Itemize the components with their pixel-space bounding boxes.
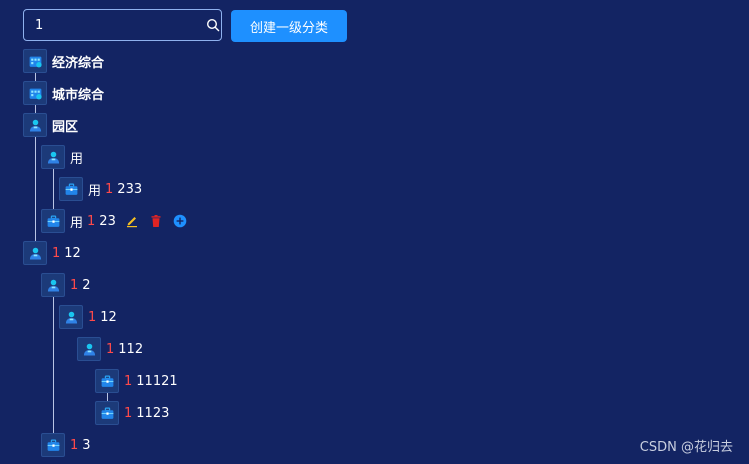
tree-node-label: 城市综合 (52, 84, 104, 103)
tree-node-label: 1 12 (88, 310, 117, 325)
tree-node-label: 用 (70, 148, 83, 167)
tree-node[interactable]: 园区 (23, 113, 78, 137)
search-match-highlight: 1 (70, 277, 79, 293)
tree-node-text: 12 (64, 245, 81, 261)
tree-node[interactable]: 经济综合 (23, 49, 104, 73)
tree-node-text: 112 (118, 341, 144, 357)
delete-icon[interactable] (149, 214, 163, 228)
person-icon (41, 145, 65, 169)
tree-node[interactable]: 1 112 (77, 337, 143, 361)
briefcase-icon (95, 401, 119, 425)
watermark: CSDN @花归去 (639, 440, 733, 455)
person-icon (77, 337, 101, 361)
search-match-highlight: 1 (105, 181, 114, 197)
tree-node-text: 1123 (136, 405, 170, 421)
person-icon (23, 113, 47, 137)
tree-node-label: 用 1 23 (70, 212, 116, 231)
tree-node-label-prefix: 用 (70, 215, 84, 231)
tree-node-label: 1 11121 (124, 374, 178, 389)
tree-node[interactable]: 13 (41, 433, 91, 457)
tree-node-text: 城市综合 (52, 87, 105, 103)
tree-node-label: 用 1 233 (88, 180, 142, 199)
tree-node[interactable]: 1 12 (23, 241, 81, 265)
tree-node-label: 园区 (52, 116, 78, 135)
search-match-highlight: 1 (124, 373, 133, 389)
tree-node-label: 13 (70, 438, 91, 453)
briefcase-icon (41, 209, 65, 233)
tree-node-text: 园区 (52, 119, 79, 135)
tree-node-label: 1 1123 (124, 406, 169, 421)
person-icon (23, 241, 47, 265)
tree-node[interactable]: 1 11121 (95, 369, 178, 393)
tree-node-label-prefix: 用 (88, 183, 102, 199)
edit-icon[interactable] (125, 214, 139, 228)
search-match-highlight: 1 (87, 213, 96, 229)
search-box[interactable] (23, 9, 222, 41)
tree-node-text: 用 (70, 151, 84, 167)
search-match-highlight: 1 (88, 309, 97, 325)
tree-node[interactable]: 城市综合 (23, 81, 104, 105)
tree-guide-line (35, 136, 36, 242)
tree-node-label: 12 (70, 278, 91, 293)
search-match-highlight: 1 (70, 437, 79, 453)
tree-node-label: 1 112 (106, 342, 143, 357)
tree-node[interactable]: 12 (41, 273, 91, 297)
tree-node-text: 11121 (136, 373, 178, 389)
tree-guide-line (53, 168, 54, 210)
tree-node-text: 3 (82, 437, 91, 453)
tree-node[interactable]: 用 1 23 (41, 209, 187, 233)
tree-node[interactable]: 用 1 233 (59, 177, 142, 201)
tree-node-label: 经济综合 (52, 52, 104, 71)
briefcase-icon (59, 177, 83, 201)
search-match-highlight: 1 (52, 245, 61, 261)
department-icon (23, 49, 47, 73)
tree-node[interactable]: 1 1123 (95, 401, 169, 425)
search-icon[interactable] (205, 10, 221, 40)
tree-node[interactable]: 1 12 (59, 305, 117, 329)
tree-node-text: 23 (99, 213, 116, 229)
person-icon (59, 305, 83, 329)
tree-node-text: 2 (82, 277, 91, 293)
tree-node-text: 经济综合 (52, 55, 105, 71)
department-icon (23, 81, 47, 105)
tree-node[interactable]: 用 (41, 145, 83, 169)
create-top-category-button[interactable]: 创建一级分类 (231, 10, 347, 42)
search-match-highlight: 1 (106, 341, 115, 357)
tree-node-label: 1 12 (52, 246, 81, 261)
briefcase-icon (41, 433, 65, 457)
person-icon (41, 273, 65, 297)
briefcase-icon (95, 369, 119, 393)
search-input[interactable] (24, 10, 205, 40)
tree-node-text: 12 (100, 309, 117, 325)
search-match-highlight: 1 (124, 405, 133, 421)
node-actions (125, 214, 187, 228)
add-icon[interactable] (173, 214, 187, 228)
tree-node-text: 233 (117, 181, 143, 197)
tree-guide-line (53, 296, 54, 434)
